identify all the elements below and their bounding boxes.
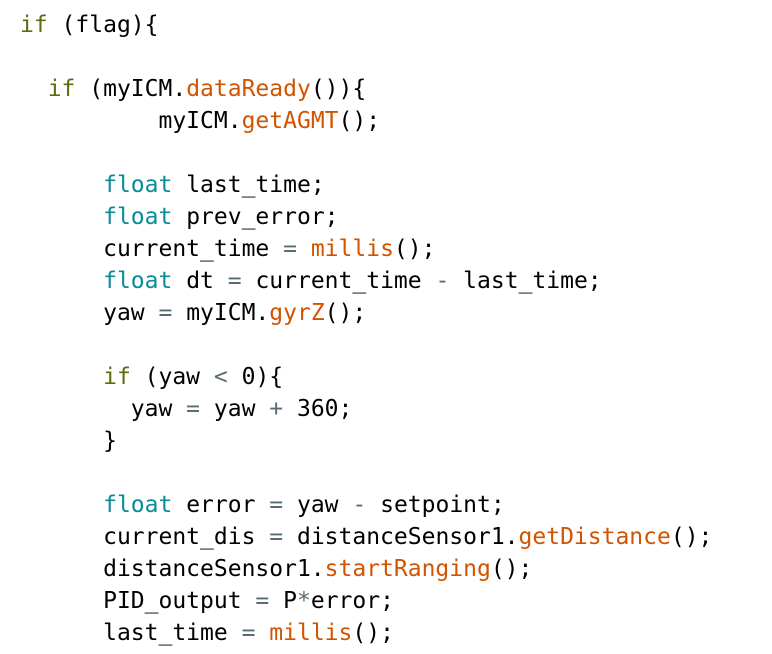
code-line: distanceSensor1.startRanging(); [20, 553, 712, 585]
code-token: current_time [103, 236, 284, 262]
code-token: (); [393, 236, 436, 262]
function-token: millis [310, 236, 394, 262]
operator-token: - [435, 268, 450, 294]
operator-token: < [213, 364, 228, 390]
operator-token: = [269, 524, 284, 550]
code-token: myICM. [172, 300, 270, 326]
code-token: (myICM. [75, 76, 187, 102]
code-token: yaw [200, 396, 270, 422]
operator-token: = [255, 588, 270, 614]
type-token: float [103, 172, 173, 198]
code-line: if (myICM.dataReady()){ [20, 73, 712, 105]
keyword-token: if [20, 12, 48, 38]
operator-token: = [227, 268, 242, 294]
function-token: getDistance [518, 524, 671, 550]
code-line: yaw = yaw + 360; [20, 393, 712, 425]
code-token: PID_output [103, 588, 256, 614]
operator-token: = [241, 620, 256, 646]
operator-token: = [186, 396, 201, 422]
code-token: current_time [241, 268, 436, 294]
code-token: yaw [130, 396, 187, 422]
code-line: float error = yaw - setpoint; [20, 489, 712, 521]
code-token: current_dis [103, 524, 270, 550]
code-token: dt [172, 268, 228, 294]
keyword-token: if [103, 364, 131, 390]
code-block: if (flag){ if (myICM.dataReady()){ myICM… [20, 9, 712, 649]
code-line: } [20, 425, 712, 457]
operator-token: = [283, 236, 297, 262]
code-token: (); [670, 524, 713, 550]
code-token: myICM. [158, 108, 242, 134]
code-line: if (yaw < 0){ [20, 361, 712, 393]
code-line: float dt = current_time - last_time; [20, 265, 712, 297]
code-token: last_time [103, 620, 242, 646]
code-token: P [269, 588, 297, 614]
code-token: 0){ [227, 364, 284, 390]
code-token: last_time; [172, 172, 325, 198]
code-token: (flag){ [47, 12, 159, 38]
code-token: error; [310, 588, 394, 614]
code-line: current_time = millis(); [20, 233, 712, 265]
operator-token: - [352, 492, 367, 518]
code-token: (yaw [130, 364, 214, 390]
code-token: (); [338, 108, 381, 134]
code-line: last_time = millis(); [20, 617, 712, 649]
code-line: myICM.getAGMT(); [20, 105, 712, 137]
function-token: dataReady [186, 76, 311, 102]
code-token: ()){ [310, 76, 367, 102]
code-token: 360; [283, 396, 353, 422]
code-token: last_time; [449, 268, 602, 294]
function-token: getAGMT [241, 108, 339, 134]
code-line: current_dis = distanceSensor1.getDistanc… [20, 521, 712, 553]
code-line: float last_time; [20, 169, 712, 201]
code-token: error [172, 492, 270, 518]
code-token: setpoint; [366, 492, 505, 518]
code-token: yaw [283, 492, 353, 518]
code-token: (); [490, 556, 533, 582]
code-line: if (flag){ [20, 9, 712, 41]
code-token: (); [352, 620, 394, 646]
code-token: yaw [103, 300, 159, 326]
type-token: float [103, 204, 173, 230]
code-token: distanceSensor1. [103, 556, 325, 582]
keyword-token: if [47, 76, 76, 102]
function-token: startRanging [324, 556, 491, 582]
code-token: prev_error; [172, 204, 339, 230]
code-line: float prev_error; [20, 201, 712, 233]
code-token: distanceSensor1. [283, 524, 519, 550]
type-token: float [103, 492, 173, 518]
code-token: (); [324, 300, 367, 326]
operator-token: = [158, 300, 173, 326]
operator-token: * [296, 588, 311, 614]
code-line: PID_output = P*error; [20, 585, 712, 617]
code-line: yaw = myICM.gyrZ(); [20, 297, 712, 329]
code-token: } [103, 428, 117, 454]
operator-token: = [269, 492, 284, 518]
function-token: millis [269, 620, 353, 646]
type-token: float [103, 268, 173, 294]
operator-token: + [269, 396, 284, 422]
function-token: gyrZ [269, 300, 325, 326]
